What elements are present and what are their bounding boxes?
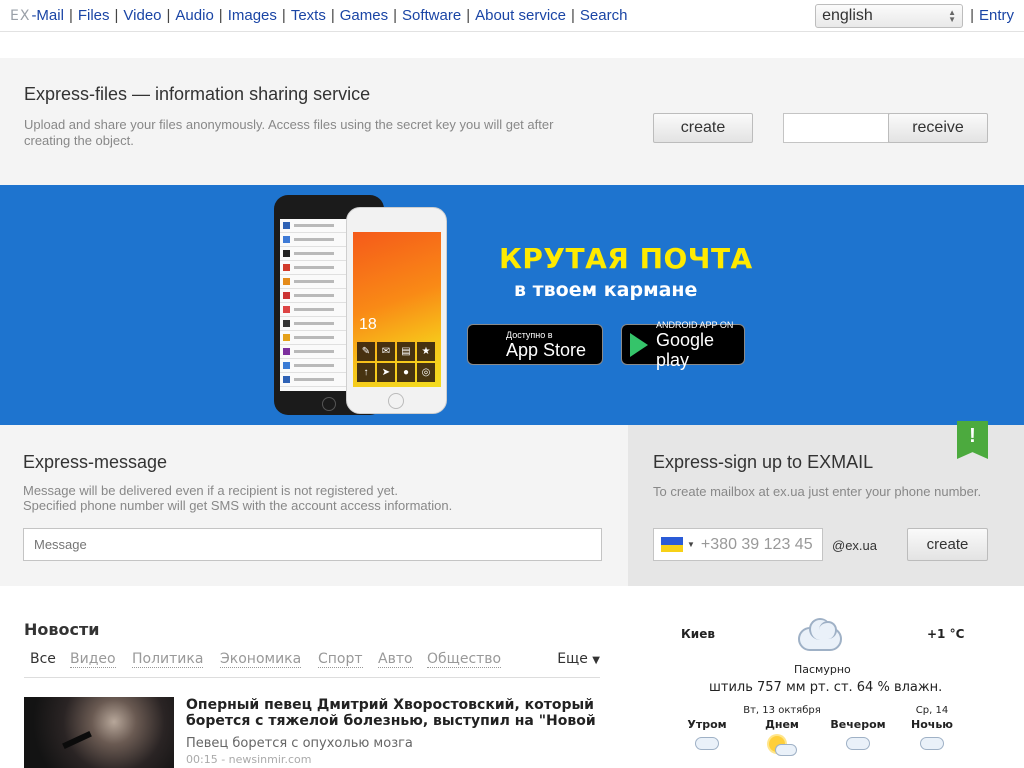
express-message-description: Message will be delivered even if a reci… <box>23 483 452 513</box>
nav-files[interactable]: Files <box>78 7 110 24</box>
weather-details: штиль 757 мм рт. ст. 64 % влажн. <box>709 680 943 695</box>
nav-video[interactable]: Video <box>123 7 161 24</box>
express-files-section: Express-files — information sharing serv… <box>0 58 1024 185</box>
weather-period-label: Днем <box>765 718 799 731</box>
banner-headline: КРУТАЯ ПОЧТА <box>499 242 753 275</box>
weather-period-label: Ночью <box>911 718 953 731</box>
secret-key-input[interactable] <box>783 113 889 143</box>
mobile-app-banner[interactable]: 18 ✎ ✉ ▤ ★ ↑ ➤ ● ◎ КРУТАЯ ПОЧТА в твоем карман… <box>0 185 1024 425</box>
phone-number-field[interactable]: ▼ +380 39 123 45 <box>653 528 823 561</box>
ex-logo: EX <box>10 7 31 24</box>
nav-about-service[interactable]: About service <box>475 7 566 24</box>
white-phone-image: 18 ✎ ✉ ▤ ★ ↑ ➤ ● ◎ <box>346 207 447 414</box>
express-signup-section: ! Express-sign up to EXMAIL To create ma… <box>628 421 1024 586</box>
top-nav-bar: EX -Mail | Files | Video | Audio | Images | T… <box>0 0 1024 32</box>
express-files-title: Express-files — information sharing serv… <box>24 84 371 104</box>
google-play-badge[interactable]: ANDROID APP ON Google play <box>621 320 745 370</box>
news-headline[interactable]: Оперный певец Дмитрий Хворостовский, кот… <box>186 697 596 729</box>
chevron-down-icon: ▼ <box>592 655 600 666</box>
tab-auto[interactable]: Авто <box>378 651 413 668</box>
banner-subline: в твоем кармане <box>514 279 698 301</box>
phone-placeholder: +380 39 123 45 <box>700 535 813 553</box>
weather-period-date: Вт, 13 октября <box>743 705 821 716</box>
cloud-icon <box>920 737 944 750</box>
exclamation-badge-icon: ! <box>957 421 988 459</box>
google-play-large-text: Google play <box>656 329 715 370</box>
weather-period-date: Ср, 14 <box>915 705 949 716</box>
service-nav: EX -Mail | Files | Video | Audio | Images | T… <box>10 7 628 24</box>
nav-texts[interactable]: Texts <box>291 7 326 24</box>
weather-period-date <box>828 705 888 717</box>
news-subtitle: Певец борется с опухолью мозга <box>186 736 413 751</box>
phone-clock: 18 <box>359 316 377 333</box>
weather-period-label: Утром <box>687 718 727 731</box>
files-create-button[interactable]: create <box>653 113 753 143</box>
weather-temperature: +1 °C <box>927 627 965 641</box>
weather-period-night: Ср, 14 Ночью <box>902 705 962 750</box>
sun-cloud-icon <box>767 736 797 758</box>
cloud-icon <box>695 737 719 750</box>
express-message-section: Express-message Message will be delivere… <box>0 425 628 586</box>
ukraine-flag-icon[interactable] <box>661 537 683 552</box>
files-receive-button[interactable]: receive <box>888 113 988 143</box>
tab-sport[interactable]: Спорт <box>318 651 363 668</box>
entry-link[interactable]: Entry <box>979 7 1014 24</box>
language-select[interactable]: english ▲ ▼ <box>815 3 964 28</box>
select-arrows-icon: ▲ ▼ <box>948 7 957 24</box>
weather-period-date <box>677 705 737 717</box>
express-message-desc-line1: Message will be delivered even if a reci… <box>23 483 399 498</box>
app-store-large-text: App Store <box>506 339 587 360</box>
express-message-desc-line2: Specified phone number will get SMS with… <box>23 498 453 513</box>
tab-economy[interactable]: Экономика <box>220 651 302 668</box>
google-play-small-text: ANDROID APP ON <box>656 319 734 330</box>
app-store-small-text: Доступно в <box>506 329 553 340</box>
email-domain-label: @ex.ua <box>832 538 877 553</box>
google-play-icon <box>630 332 648 357</box>
weather-period-label: Вечером <box>830 718 886 731</box>
weather-period-day: Вт, 13 октября Днем <box>739 705 825 758</box>
tab-more-label: Еще <box>557 651 588 667</box>
tab-society[interactable]: Общество <box>427 651 502 668</box>
cloud-icon <box>798 618 842 651</box>
nav-images[interactable]: Images <box>228 7 277 24</box>
weather-condition: Пасмурно <box>794 663 851 676</box>
language-value: english <box>822 6 873 24</box>
signup-create-button[interactable]: create <box>907 528 988 561</box>
tab-video[interactable]: Видео <box>70 651 116 668</box>
news-tabs: Все Видео Политика Экономика Спорт Авто … <box>24 650 600 678</box>
nav-audio[interactable]: Audio <box>175 7 213 24</box>
express-files-description: Upload and share your files anonymously.… <box>24 117 554 148</box>
nav-software[interactable]: Software <box>402 7 461 24</box>
news-heading: Новости <box>24 620 100 639</box>
nav-search[interactable]: Search <box>580 7 628 24</box>
nav-games[interactable]: Games <box>340 7 388 24</box>
weather-period-evening: Вечером <box>828 705 888 750</box>
express-signup-title: Express-sign up to EXMAIL <box>653 452 874 472</box>
news-thumbnail[interactable] <box>24 697 174 768</box>
tab-politics[interactable]: Политика <box>132 651 204 668</box>
cloud-icon <box>846 737 870 750</box>
country-dropdown-icon[interactable]: ▼ <box>687 540 695 549</box>
tab-more-dropdown[interactable]: Еще ▼ <box>557 651 600 667</box>
news-meta: 00:15 - newsinmir.com <box>186 753 312 766</box>
nav-mail[interactable]: -Mail <box>31 7 64 24</box>
message-input[interactable] <box>23 528 602 561</box>
weather-period-morning: Утром <box>677 705 737 750</box>
tab-all[interactable]: Все <box>30 651 56 667</box>
express-signup-description: To create mailbox at ex.ua just enter yo… <box>653 484 982 499</box>
app-store-badge[interactable]: Доступно в App Store <box>467 324 603 365</box>
weather-city: Киев <box>681 627 715 641</box>
express-message-title: Express-message <box>23 452 168 472</box>
